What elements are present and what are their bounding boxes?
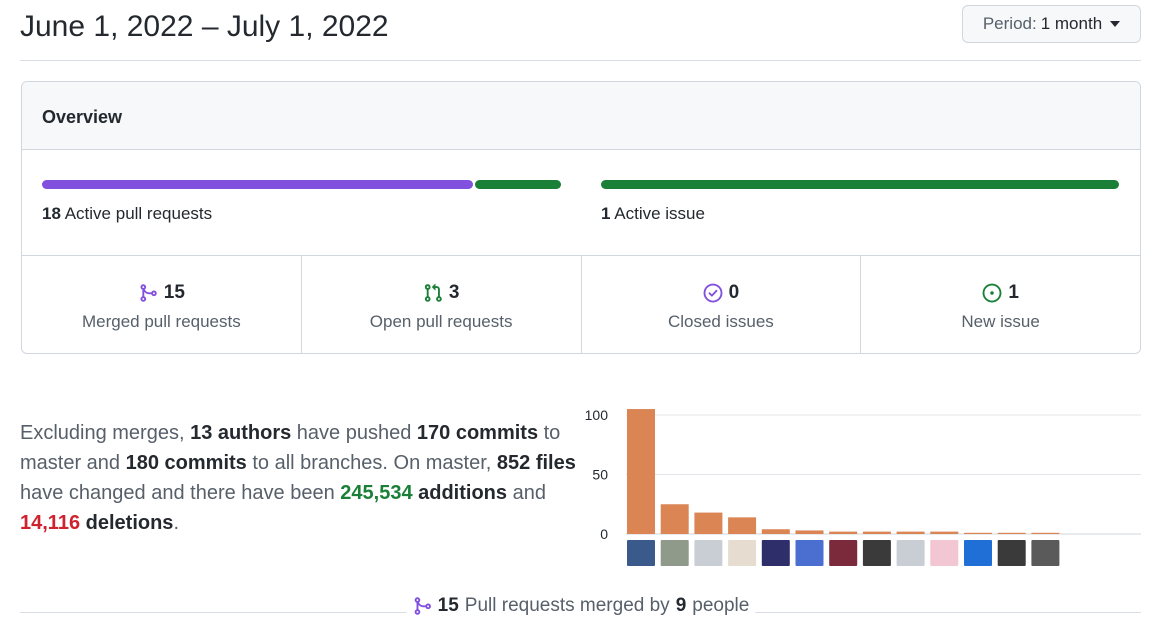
summary-text: have changed and there have been [20, 482, 341, 504]
issues-progress-bar[interactable] [601, 180, 1119, 189]
overview-header: Overview [22, 82, 1140, 150]
stat-open-label: Open pull requests [369, 312, 513, 331]
stat-closed-issues[interactable]: 0 Closed issues [582, 256, 862, 353]
stat-new-issues[interactable]: 1 New issue [861, 256, 1140, 353]
bar [997, 532, 1026, 534]
stat-merged-count: 15 [163, 282, 185, 303]
author-avatar [862, 540, 891, 566]
summary-text: have pushed [291, 422, 417, 444]
issue-opened-icon [982, 283, 1002, 303]
files-changed-count: 852 files [496, 452, 576, 474]
bar [795, 530, 824, 534]
stat-closed-label: Closed issues [667, 312, 774, 331]
stat-open-prs[interactable]: 3 Open pull requests [302, 256, 582, 353]
pulse-header: June 1, 2022 – July 1, 2022 Period: 1 mo… [20, 0, 1141, 61]
period-value: 1 month [1040, 14, 1103, 33]
stat-new-count: 1 [1008, 282, 1019, 303]
bar [862, 531, 891, 534]
authors-count: 13 authors [190, 422, 292, 444]
author-avatar [694, 540, 723, 566]
overview-bars: 18 Active pull requests 1 Active issue [22, 150, 1140, 256]
author-avatar [660, 540, 689, 566]
deletions-label: deletions [85, 512, 174, 534]
summary-text: . [173, 512, 179, 534]
people-text: people [692, 595, 750, 616]
stat-open-count: 3 [448, 282, 460, 303]
active-prs-link[interactable]: 18 Active pull requests [42, 204, 212, 224]
author-avatar [627, 540, 655, 566]
author-avatar [964, 540, 992, 566]
merged-prs-footer: 15 Pull requests merged by 9 people [20, 593, 1141, 623]
author-avatar [896, 540, 925, 566]
period-dropdown-button[interactable]: Period: 1 month [962, 5, 1141, 43]
active-prs-count: 18 [42, 204, 61, 223]
active-issues-link[interactable]: 1 Active issue [601, 204, 705, 224]
open-segment [474, 180, 561, 189]
bar [964, 532, 992, 534]
deletions-count: 14,116 [20, 512, 81, 534]
author-avatar [795, 540, 824, 566]
author-avatar [930, 540, 959, 566]
merged-prs-count: 15 [437, 595, 459, 616]
merged-segment [42, 180, 473, 189]
git-pull-request-icon [424, 283, 442, 302]
author-avatar [829, 540, 858, 566]
bar [930, 531, 959, 534]
caret-down-icon [1110, 21, 1121, 27]
active-prs-label: Active pull requests [64, 204, 213, 223]
bar [761, 529, 790, 534]
period-label: Period: [982, 14, 1037, 33]
issue-closed-icon [703, 283, 723, 303]
bar [1031, 532, 1060, 534]
active-issues-count: 1 [601, 204, 611, 223]
summary-text: Excluding merges, [20, 422, 191, 444]
summary-text: and [507, 482, 546, 504]
y-tick-label: 0 [600, 526, 608, 542]
overview-box: Overview 18 Active pull requests 1 Activ… [21, 81, 1141, 354]
summary-text: to all branches. On master, [246, 452, 497, 474]
git-merge-icon [140, 284, 157, 302]
bar [728, 517, 757, 534]
overview-stats: 15 Merged pull requests 3 Open pull requ… [22, 256, 1140, 353]
additions-label: additions [418, 482, 508, 504]
stat-new-label: New issue [961, 312, 1040, 331]
author-avatar [1031, 540, 1060, 566]
y-tick-label: 100 [585, 407, 609, 423]
bar [896, 531, 925, 534]
all-commits-count: 180 commits [125, 452, 247, 474]
stat-merged-prs[interactable]: 15 Merged pull requests [22, 256, 302, 353]
author-avatar [728, 540, 757, 566]
stat-closed-count: 0 [728, 282, 740, 303]
bar [694, 512, 723, 534]
overview-title: Overview [42, 107, 123, 127]
active-issues-label: Active issue [614, 204, 705, 223]
people-count: 9 [675, 595, 687, 616]
additions-count: 245,534 [340, 482, 413, 504]
y-tick-label: 50 [592, 467, 608, 483]
commits-by-author-chart: 0 50 100 [585, 407, 1141, 566]
commit-summary: Excluding merges, 13 authors have pushed… [20, 418, 585, 538]
bar [660, 504, 689, 534]
bar [829, 531, 858, 534]
merged-prs-summary: 15 Pull requests merged by 9 people [405, 595, 756, 617]
date-range-title: June 1, 2022 – July 1, 2022 [20, 10, 389, 43]
pull-requests-progress-bar[interactable] [42, 180, 561, 189]
master-commits-count: 170 commits [416, 422, 539, 444]
git-merge-icon [414, 597, 431, 615]
stat-merged-label: Merged pull requests [81, 312, 241, 331]
issues-segment [601, 180, 1119, 189]
author-avatar [997, 540, 1026, 566]
merged-by-text: Pull requests merged by [464, 595, 670, 616]
author-avatar [761, 540, 790, 566]
bar [627, 409, 655, 534]
